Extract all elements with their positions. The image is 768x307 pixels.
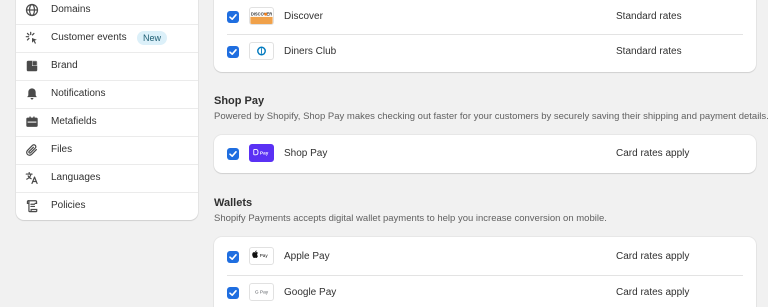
sidebar-item-label: Customer events (51, 32, 127, 43)
payment-method-row-shop-pay: Pay Shop Pay Card rates apply (214, 136, 756, 172)
payment-method-row-google-pay: G Pay Google Pay Card rates apply (214, 275, 756, 307)
sidebar-item-domains[interactable]: Domains (16, 0, 198, 24)
apple-pay-logo-text: Pay (260, 253, 269, 258)
divider (16, 108, 198, 109)
sidebar-item-policies[interactable]: Policies (16, 192, 198, 220)
payment-method-rate: Card rates apply (616, 287, 690, 298)
diners-club-logo (249, 42, 274, 60)
card-payment-methods-card: DISCOVER Discover Standard rates Diners … (214, 0, 756, 72)
google-pay-logo-text: G Pay (255, 289, 269, 295)
payment-method-name: Discover (284, 11, 323, 22)
wallets-card: Pay Apple Pay Card rates apply G Pay Goo… (214, 237, 756, 307)
google-pay-checkbox[interactable] (227, 287, 239, 299)
wallets-section-description: Shopify Payments accepts digital wallet … (214, 213, 607, 224)
sidebar-item-label: Files (51, 144, 73, 155)
apple-pay-checkbox[interactable] (227, 251, 239, 263)
shop-pay-card: Pay Shop Pay Card rates apply (214, 135, 756, 173)
discover-logo: DISCOVER (249, 7, 274, 25)
shop-pay-checkbox[interactable] (227, 148, 239, 160)
payment-method-row-diners-club: Diners Club Standard rates (214, 34, 756, 70)
diners-club-checkbox[interactable] (227, 46, 239, 58)
sidebar-item-label: Domains (51, 4, 91, 15)
shop-pay-logo-text: Pay (260, 150, 269, 155)
divider (16, 136, 198, 137)
payment-method-row-discover: DISCOVER Discover Standard rates (214, 0, 756, 35)
payment-method-rate: Standard rates (616, 46, 682, 57)
sidebar-item-customer-events[interactable]: Customer events New (16, 24, 198, 52)
divider (16, 24, 198, 25)
sidebar-item-notifications[interactable]: Notifications (16, 80, 198, 108)
settings-sidebar: Domains Customer events New Brand Notifi… (16, 0, 198, 220)
sidebar-item-label: Policies (51, 200, 86, 211)
new-badge: New (137, 31, 168, 45)
sidebar-item-label: Brand (51, 60, 78, 71)
shop-pay-section-title: Shop Pay (214, 95, 265, 107)
cursor-click-icon (25, 31, 39, 45)
divider (16, 80, 198, 81)
translate-icon (25, 171, 39, 185)
globe-icon (25, 3, 39, 17)
sidebar-item-label: Languages (51, 172, 101, 183)
shop-pay-section-description: Powered by Shopify, Shop Pay makes check… (214, 111, 768, 122)
payment-method-rate: Card rates apply (616, 148, 690, 159)
metafields-icon (25, 115, 39, 129)
payment-method-rate: Card rates apply (616, 251, 690, 262)
apple-pay-logo: Pay (249, 247, 274, 265)
sidebar-item-metafields[interactable]: Metafields (16, 108, 198, 136)
sidebar-item-languages[interactable]: Languages (16, 164, 198, 192)
divider (227, 34, 743, 35)
google-pay-logo: G Pay (249, 283, 274, 301)
payment-method-name: Shop Pay (284, 148, 328, 159)
payment-method-name: Google Pay (284, 287, 337, 298)
discover-logo-text: DISCOVER (251, 12, 272, 17)
policy-document-icon (25, 199, 39, 213)
divider (16, 52, 198, 53)
sidebar-item-label: Notifications (51, 88, 106, 99)
shop-pay-logo: Pay (249, 144, 274, 162)
sidebar-item-label: Metafields (51, 116, 97, 127)
discover-checkbox[interactable] (227, 11, 239, 23)
sidebar-item-brand[interactable]: Brand (16, 52, 198, 80)
payment-method-name: Apple Pay (284, 251, 330, 262)
divider (16, 164, 198, 165)
wallets-section-title: Wallets (214, 197, 253, 209)
payment-method-row-apple-pay: Pay Apple Pay Card rates apply (214, 239, 756, 275)
paperclip-icon (25, 143, 39, 157)
bell-icon (25, 87, 39, 101)
payment-method-name: Diners Club (284, 46, 337, 57)
sidebar-item-files[interactable]: Files (16, 136, 198, 164)
divider (227, 275, 743, 276)
brand-kit-icon (25, 59, 39, 73)
payment-method-rate: Standard rates (616, 11, 682, 22)
divider (16, 192, 198, 193)
